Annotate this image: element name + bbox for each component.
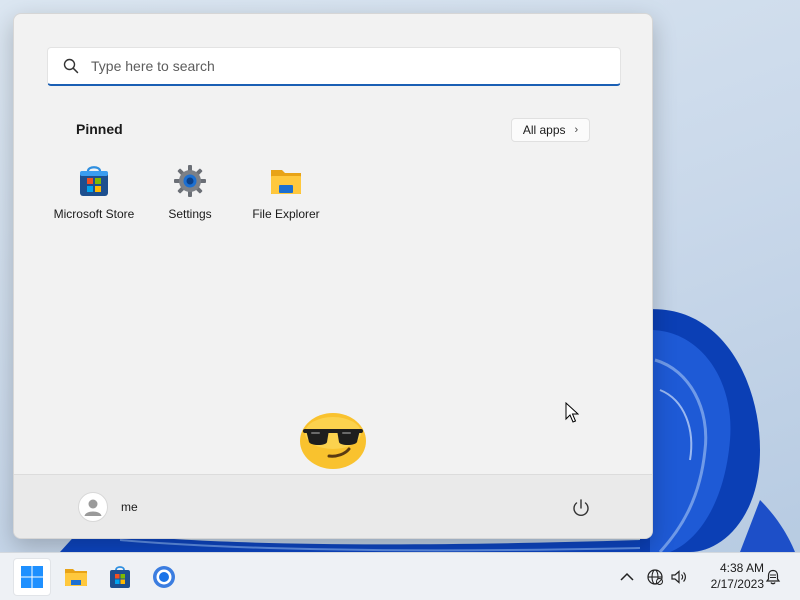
pinned-app-microsoft-store[interactable]: Microsoft Store [46,162,142,236]
taskbar-start-button[interactable] [13,558,51,596]
search-input[interactable] [91,58,591,74]
taskbar-chrome-button[interactable] [145,558,183,596]
search-icon [63,58,79,74]
microsoft-store-icon [110,566,130,588]
chevron-right-icon: › [574,124,579,136]
clock-time: 4:38 AM [719,561,764,575]
chevron-up-icon[interactable] [618,568,636,586]
clock-date: 2/17/2023 [710,577,764,591]
taskbar-clock[interactable]: 4:38 AM 2/17/2023 [694,560,764,592]
notification-bell-icon[interactable] [764,568,782,586]
file-explorer-folder-icon [65,569,87,586]
user-avatar-icon [78,492,108,522]
pinned-app-label: File Explorer [252,207,320,221]
mouse-cursor-icon [565,402,579,423]
file-explorer-folder-icon [271,170,301,194]
microsoft-store-icon [80,166,108,196]
start-menu-footer: me [14,474,652,538]
network-globe-icon[interactable] [646,568,664,586]
user-account-button[interactable]: me [78,492,138,522]
user-name: me [121,500,138,514]
windows-start-icon [21,566,43,588]
power-icon[interactable] [570,497,592,519]
all-apps-label: All apps [522,123,566,137]
pinned-apps-grid: Microsoft Store Settings File Explorer [44,162,644,242]
search-box[interactable] [47,47,621,86]
taskbar: 4:38 AM 2/17/2023 [0,552,800,600]
pinned-app-settings[interactable]: Settings [142,162,238,236]
taskbar-microsoft-store-button[interactable] [101,558,139,596]
all-apps-button[interactable]: All apps › [511,118,590,142]
start-menu: Pinned All apps › Microsoft Store [13,13,653,539]
volume-icon[interactable] [670,568,688,586]
pinned-app-label: Microsoft Store [53,207,135,221]
sunglasses-emoji-icon [300,413,366,469]
pinned-app-file-explorer[interactable]: File Explorer [238,162,334,236]
taskbar-file-explorer-button[interactable] [57,558,95,596]
settings-gear-icon [174,165,206,197]
pinned-heading: Pinned [76,121,123,137]
chrome-browser-icon [153,566,175,588]
pinned-app-label: Settings [168,207,212,221]
